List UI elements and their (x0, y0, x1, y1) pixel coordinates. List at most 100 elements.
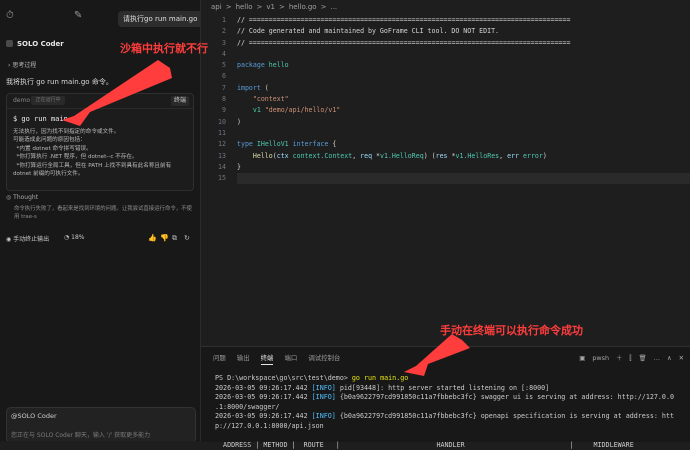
chat-composer[interactable]: @SOLO Coder 您正在与 SOLO Coder 聊天，输入 '/' 获取… (6, 407, 196, 441)
code-text[interactable]: // =====================================… (237, 15, 570, 184)
line-number: 5 (222, 61, 226, 70)
line-number: 2 (222, 27, 226, 36)
tab-output[interactable]: 输出 (237, 353, 250, 362)
stop-icon: ◉ (6, 236, 12, 243)
crumb-v1[interactable]: v1 (266, 3, 275, 11)
log-level: [INFO] (311, 393, 336, 401)
crumb-symbol[interactable]: ... (330, 3, 337, 11)
panel-toolbar: ▣ pwsh ＋ ⫿ 🗑 … ∧ ✕ (572, 353, 684, 363)
user-message: 请执行go run main.go (118, 11, 200, 27)
crumb-sep: > (256, 3, 263, 11)
code-line: // Code generated and maintained by GoFr… (237, 27, 500, 36)
composer-placeholder: 您正在与 SOLO Coder 聊天，输入 '/' 获取更多能力 (11, 432, 151, 439)
agent-intro-text: 我将执行 go run main.go 命令。 (6, 78, 113, 86)
terminal-prompt: PS D:\workspace\go\src\test\demo> (215, 374, 352, 382)
line-number: 11 (218, 128, 226, 137)
terminal-cwd: demo (13, 97, 31, 104)
terminal-icon: ▣ (579, 354, 586, 362)
panel-tabs: 问题 输出 终端 端口 调试控制台 (213, 353, 349, 365)
code-line: // =====================================… (237, 16, 571, 24)
line-number: 6 (222, 72, 226, 81)
thumbs-up-icon[interactable]: 👍 (148, 234, 157, 242)
tab-terminal[interactable]: 终端 (260, 353, 274, 365)
crumb-sep: > (225, 3, 232, 11)
crumb-sep: > (320, 3, 327, 11)
terminal-card: demo 正在运行中 终端 $ go run main.go 无法执行，因为找不… (6, 93, 194, 191)
terminal-command: go run main.go (351, 374, 409, 382)
close-icon[interactable]: ✕ (679, 354, 684, 362)
new-terminal-icon[interactable]: ＋ (616, 354, 622, 362)
agent-header: SOLO Coder (6, 40, 64, 48)
line-number: 1 (222, 16, 226, 24)
more-icon[interactable]: … (654, 354, 660, 362)
history-icon[interactable]: ⏱ (6, 10, 14, 21)
thinking-toggle[interactable]: › 思考过程 (8, 60, 36, 69)
thought-label: Thought (13, 194, 39, 201)
terminal-output: 无法执行，因为找不到指定的命令或文件。 可能造成此问题的原因包括： *内置 do… (13, 129, 172, 178)
annotation-sandbox-fail: 沙箱中执行就不行 (120, 42, 208, 55)
code-line: import ( (237, 83, 269, 92)
line-number: 14 (218, 162, 226, 171)
thumbs-down-icon[interactable]: 👎 (160, 234, 169, 242)
line-number: 15 (218, 174, 226, 183)
new-chat-icon[interactable]: ✎ (74, 10, 82, 21)
log-msg: {b0a9622797cd991850c11a7fbbebc3fc} swagg… (335, 393, 675, 401)
crumb-hello[interactable]: hello (236, 3, 253, 11)
code-line: package hello (237, 61, 289, 70)
copy-icon[interactable]: ⧉ (172, 234, 177, 243)
line-number: 9 (222, 106, 226, 115)
agent-avatar-icon (6, 40, 13, 47)
progress-icon: ◔ (64, 234, 70, 241)
log-level: [INFO] (311, 383, 336, 392)
code-line: type IHelloV1 interface { (237, 140, 337, 149)
stop-output-button[interactable]: ◉ 手动终止输出 (6, 234, 49, 243)
thought-text: 命令执行失败了，看起来是找到环境的问题。让我尝试直接运行命令，不使用 trae-… (14, 206, 192, 220)
code-line: // =====================================… (237, 38, 571, 47)
crumb-api[interactable]: api (211, 3, 222, 11)
log-msg: p://127.0.0.1:8000/api.json (215, 421, 324, 430)
terminal-path-field: 正在运行中 (31, 96, 65, 105)
code-line: "context" (252, 95, 289, 104)
terminal-card-header: demo 正在运行中 终端 (7, 94, 193, 109)
composer-agent-tag: @SOLO Coder (11, 412, 57, 420)
progress-percent: ◔ 18% (64, 234, 85, 241)
thought-toggle[interactable]: ◎ Thought (6, 194, 38, 201)
agent-name: SOLO Coder (17, 40, 64, 48)
crumb-sep: > (278, 3, 285, 11)
thinking-label: 思考过程 (12, 62, 37, 69)
log-ts: 2026-03-05 09:26:17.442 (215, 412, 312, 420)
split-icon[interactable]: ⫿ (629, 354, 631, 362)
code-line: } (237, 162, 241, 171)
annotation-terminal-ok: 手动在终端可以执行命令成功 (440, 324, 583, 337)
retry-icon[interactable]: ↻ (184, 234, 190, 242)
breadcrumb: api > hello > v1 > hello.go >... (211, 3, 341, 11)
log-level: [INFO] (311, 412, 336, 420)
log-msg: {b0a9622797cd991850c11a7fbbebc3fc} opena… (335, 412, 675, 420)
crumb-file[interactable]: hello.go (289, 3, 317, 11)
code-editor[interactable]: api > hello > v1 > hello.go >... 1 2 3 4 5 6 7 … (201, 0, 690, 345)
maximize-icon[interactable]: ∧ (667, 354, 672, 362)
shell-selector[interactable]: pwsh (592, 354, 609, 362)
code-line: Hello(ctx context.Context, req *v1.Hello… (252, 151, 547, 160)
terminal-command: $ go run main.go (13, 115, 81, 123)
tab-problems[interactable]: 问题 (213, 353, 226, 362)
line-number: 12 (218, 140, 226, 149)
code-line: v1 "demo/api/hello/v1" (252, 106, 341, 115)
log-ts: 2026-03-05 09:26:17.442 (215, 383, 312, 392)
open-terminal-button[interactable]: 终端 (170, 96, 189, 106)
tab-ports[interactable]: 端口 (284, 353, 297, 362)
trash-icon[interactable]: 🗑 (638, 354, 646, 362)
line-number: 10 (218, 117, 226, 126)
tab-debug-console[interactable]: 调试控制台 (308, 353, 340, 362)
chat-panel: ⏱ ✎ 请执行go run main.go SOLO Coder › 思考过程 … (0, 0, 201, 441)
log-msg: .1:8000/swagger/ (215, 402, 280, 411)
line-number: 8 (222, 95, 226, 104)
line-number: 13 (218, 151, 226, 160)
line-number: 7 (222, 83, 226, 92)
route-table-header: ADDRESS | METHOD | ROUTE | HANDLER | MID… (215, 440, 634, 449)
code-line: ) (237, 117, 241, 126)
terminal-output-area[interactable]: PS D:\workspace\go\src\test\demo> go run… (215, 374, 674, 450)
